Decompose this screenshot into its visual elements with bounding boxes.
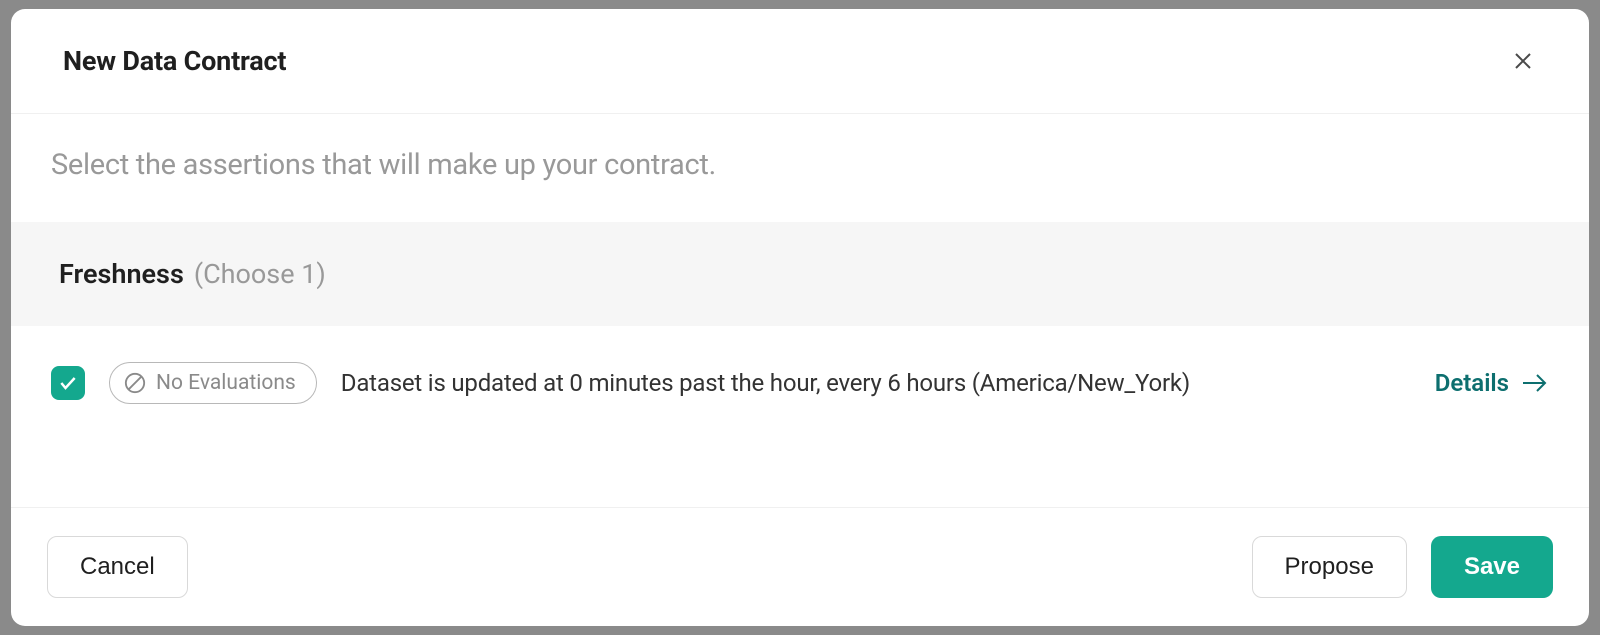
propose-button[interactable]: Propose [1252,536,1407,598]
no-evaluations-icon [124,372,146,394]
save-button[interactable]: Save [1431,536,1553,598]
check-icon [58,373,78,393]
no-evaluations-badge: No Evaluations [109,362,317,404]
assertion-checkbox[interactable] [51,366,85,400]
details-link[interactable]: Details [1435,369,1549,397]
section-hint: (Choose 1) [194,258,326,290]
badge-label: No Evaluations [156,371,296,395]
modal-title: New Data Contract [63,45,286,77]
arrow-right-icon [1521,372,1549,394]
modal-body: Select the assertions that will make up … [11,114,1589,507]
close-icon [1511,49,1535,73]
modal-footer: Cancel Propose Save [11,507,1589,626]
assertion-row: No Evaluations Dataset is updated at 0 m… [11,326,1589,440]
footer-right: Propose Save [1252,536,1553,598]
cancel-button[interactable]: Cancel [47,536,188,598]
modal-header: New Data Contract [11,9,1589,114]
close-button[interactable] [1509,47,1537,75]
section-header-freshness: Freshness (Choose 1) [11,222,1589,326]
modal-description: Select the assertions that will make up … [11,114,1589,222]
details-label: Details [1435,369,1509,397]
new-data-contract-modal: New Data Contract Select the assertions … [11,9,1589,626]
assertion-description: Dataset is updated at 0 minutes past the… [341,369,1411,397]
section-title: Freshness [59,258,184,290]
